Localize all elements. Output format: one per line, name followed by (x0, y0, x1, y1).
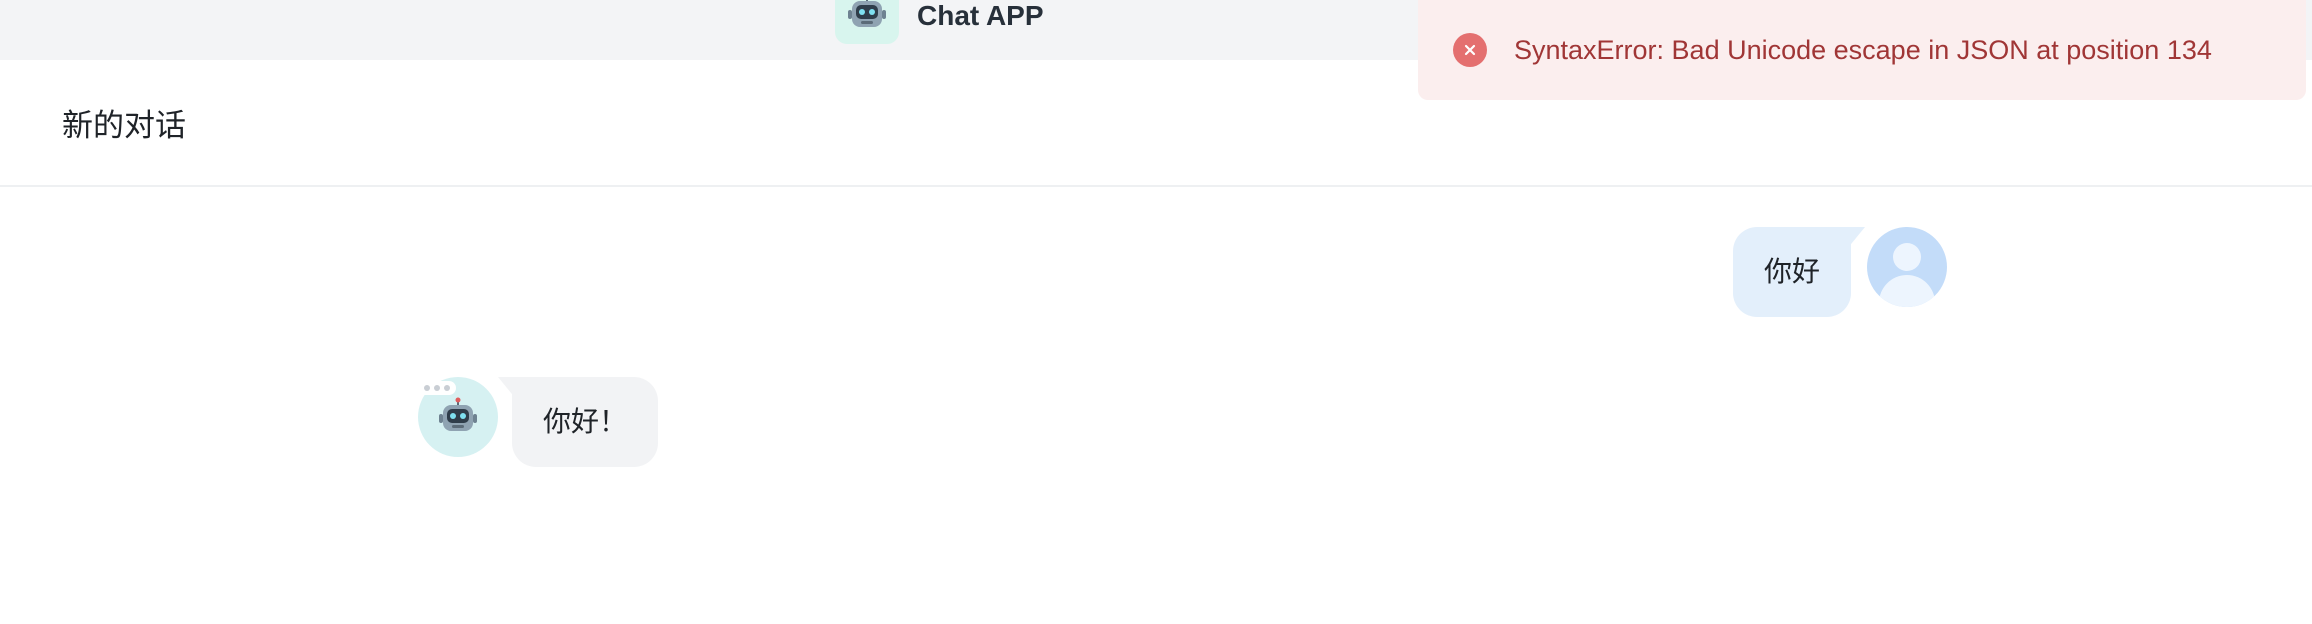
user-message: 你好 (1733, 227, 1948, 317)
conversation-title[interactable]: 新的对话 (62, 100, 186, 145)
typing-dot (424, 385, 430, 391)
typing-dot (434, 385, 440, 391)
avatar-body (1879, 275, 1936, 307)
typing-dot (444, 385, 450, 391)
chat-app: Chat APP 新的对话 你好 你好！ SyntaxError: Bad Un… (0, 0, 2312, 624)
robot-icon (835, 0, 899, 44)
app-title: Chat APP (917, 0, 1044, 31)
robot-face (439, 397, 477, 431)
robot-icon (418, 377, 498, 457)
error-message: SyntaxError: Bad Unicode escape in JSON … (1514, 34, 2212, 65)
error-toast: SyntaxError: Bad Unicode escape in JSON … (1418, 0, 2306, 100)
close-circle-icon (1453, 33, 1487, 67)
assistant-message: 你好！ (418, 377, 659, 467)
user-avatar-icon (1867, 227, 1948, 307)
user-message-bubble: 你好 (1733, 227, 1866, 317)
avatar-head (1893, 243, 1922, 271)
brand: Chat APP (835, 0, 1044, 44)
assistant-message-bubble: 你好！ (497, 377, 659, 467)
typing-indicator (418, 381, 456, 395)
